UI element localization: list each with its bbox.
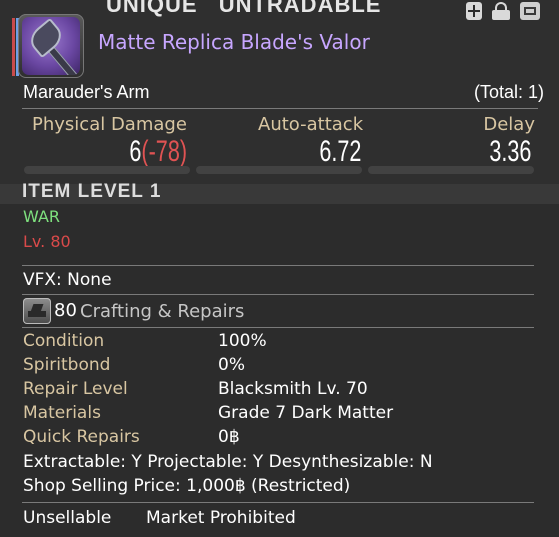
crafting-number: 80 (54, 300, 77, 321)
item-rarity-bar-red (12, 18, 15, 76)
glamour-dresser-icon (520, 2, 540, 20)
delay-label: Delay (483, 114, 535, 135)
condition-key: Condition (23, 331, 105, 351)
physical-damage-number: 6 (129, 135, 142, 168)
unsellable-label: Unsellable (23, 508, 112, 528)
item-flags: UNIQUE UNTRADABLE (106, 0, 381, 18)
greataxe-icon (22, 17, 80, 75)
item-name: Matte Replica Blade's Valor (98, 30, 370, 54)
spiritbond-value: 0% (218, 355, 245, 375)
item-properties: Extractable: Y Projectable: Y Desynthesi… (23, 452, 433, 472)
delay-value: 3.36 (488, 135, 531, 168)
axe-head-shape (25, 17, 67, 59)
divider-crafting (22, 294, 534, 295)
job-label: WAR (23, 207, 61, 226)
repair-level-key: Repair Level (23, 379, 128, 399)
materials-value: Grade 7 Dark Matter (218, 403, 394, 423)
flag-unique: UNIQUE (106, 0, 198, 17)
physical-damage-value: 6(-78) (129, 135, 187, 169)
materia-meld-icon (466, 2, 482, 20)
quick-repairs-value: 0฿ (218, 427, 240, 447)
repair-level-value: Blacksmith Lv. 70 (218, 379, 368, 399)
materials-key: Materials (23, 403, 101, 423)
inventory-bag-icon (492, 2, 510, 20)
divider-details (22, 327, 534, 328)
physical-damage-delta: (-78) (141, 135, 187, 168)
crafting-label: Crafting & Repairs (80, 301, 245, 322)
auto-attack-label: Auto-attack (258, 114, 364, 135)
auto-attack-track (196, 166, 362, 174)
auto-attack-value: 6.72 (318, 135, 361, 168)
item-level: ITEM LEVEL 1 (22, 181, 162, 202)
header-divider (22, 108, 538, 109)
item-total: (Total: 1) (473, 82, 544, 102)
anvil-icon (23, 298, 51, 324)
market-prohibited-label: Market Prohibited (146, 508, 296, 528)
required-level: Lv. 80 (23, 232, 71, 251)
physical-damage-label: Physical Damage (32, 114, 187, 135)
delay-track (368, 166, 534, 174)
divider-footer (22, 502, 534, 503)
flag-untradable: UNTRADABLE (218, 0, 382, 17)
shop-selling-price: Shop Selling Price: 1,000฿ (Restricted) (23, 476, 351, 496)
quick-repairs-key: Quick Repairs (23, 427, 140, 447)
vfx-text: VFX: None (23, 270, 112, 290)
physical-damage-track (24, 166, 190, 174)
condition-value: 100% (218, 331, 267, 351)
item-category: Marauder's Arm (23, 82, 150, 102)
spiritbond-key: Spiritbond (23, 355, 111, 375)
divider-vfx (22, 265, 534, 266)
